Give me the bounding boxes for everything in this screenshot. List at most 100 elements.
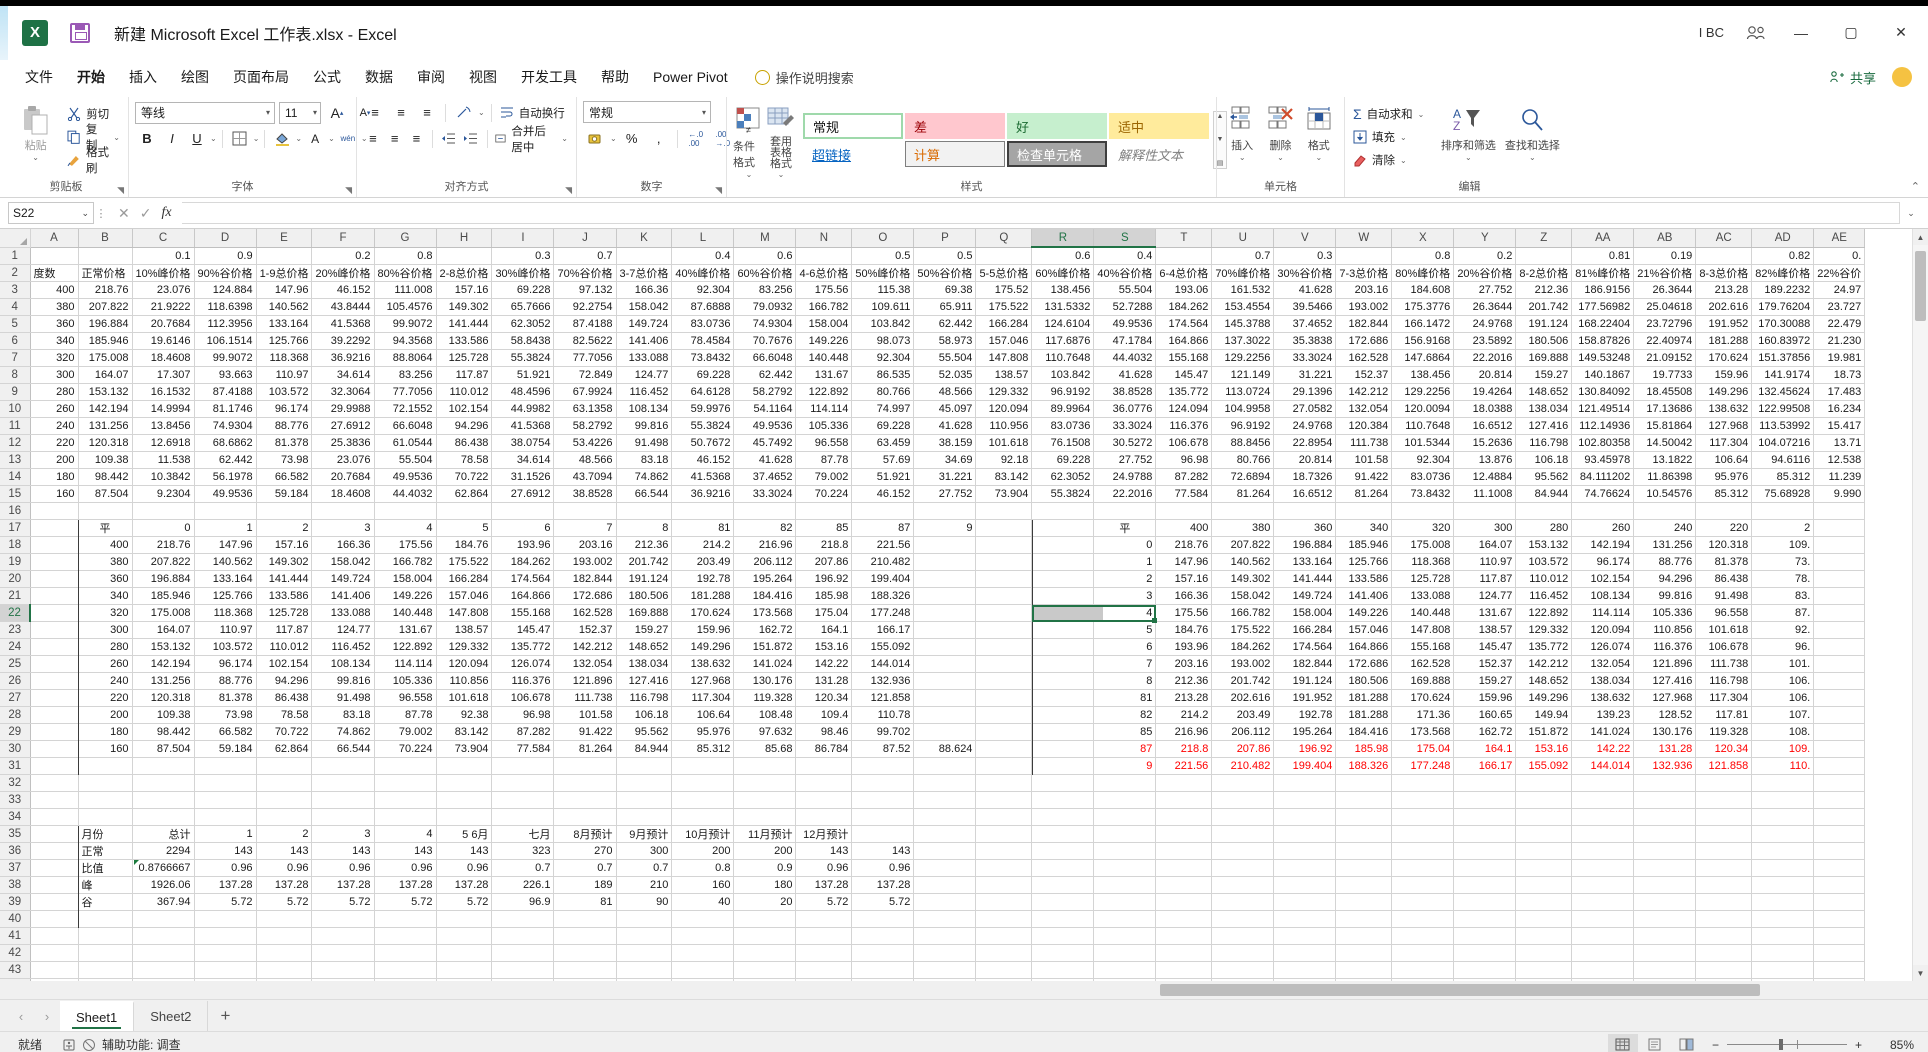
cell-W8[interactable]: 152.37 <box>1335 366 1393 384</box>
cell-B23[interactable]: 300 <box>78 621 133 639</box>
cell-M15[interactable]: 33.3024 <box>733 485 797 503</box>
column-header-n[interactable]: N <box>795 229 853 248</box>
cell-N43[interactable] <box>795 961 853 979</box>
cell-T35[interactable] <box>1155 825 1213 843</box>
cell-I27[interactable]: 106.678 <box>491 689 555 707</box>
cell-B11[interactable]: 131.256 <box>78 417 133 435</box>
cell-Z7[interactable]: 169.888 <box>1515 349 1573 367</box>
cell-A33[interactable] <box>30 791 79 809</box>
cell-Y38[interactable] <box>1453 876 1517 894</box>
cell-AE26[interactable] <box>1813 672 1866 690</box>
conditional-formatting-button[interactable]: ≠ 条件格式 ⌄ <box>733 102 765 179</box>
table-row[interactable]: 13 200 109.38 11.538 62.442 73.98 23.076 55.504… <box>0 451 1866 469</box>
sheet-tab-sheet2[interactable]: Sheet2 <box>134 1001 209 1031</box>
select-all-corner[interactable] <box>0 229 31 248</box>
cell-Q23[interactable] <box>975 621 1033 639</box>
cell-AA33[interactable] <box>1571 791 1635 809</box>
row-header-7[interactable]: 7 <box>0 349 31 367</box>
cell-AC18[interactable]: 120.318 <box>1695 536 1753 554</box>
cell-N16[interactable] <box>795 502 853 520</box>
find-select-button[interactable]: 查找和选择 ⌄ <box>1500 101 1564 162</box>
cell-V27[interactable]: 191.952 <box>1273 689 1337 707</box>
cell-I7[interactable]: 55.3824 <box>491 349 555 367</box>
cell-P10[interactable]: 45.097 <box>913 400 977 418</box>
table-chevron-down-icon[interactable]: ⌄ <box>778 170 785 179</box>
font-color-icon[interactable]: A <box>303 127 327 150</box>
row-header-13[interactable]: 13 <box>0 451 31 469</box>
cell-R35[interactable] <box>1031 825 1095 843</box>
cell-U26[interactable]: 201.742 <box>1211 672 1275 690</box>
cell-N25[interactable]: 142.22 <box>795 655 853 673</box>
cell-P38[interactable] <box>913 876 977 894</box>
column-header-m[interactable]: M <box>733 229 797 248</box>
cell-O29[interactable]: 99.702 <box>851 723 915 741</box>
cell-J38[interactable]: 189 <box>553 876 617 894</box>
cell-N27[interactable]: 120.34 <box>795 689 853 707</box>
cell-V9[interactable]: 29.1396 <box>1273 383 1337 401</box>
cell-A6[interactable]: 340 <box>30 332 79 350</box>
cell-N32[interactable] <box>795 774 853 792</box>
align-center-icon[interactable]: ≡ <box>385 127 405 150</box>
cell-A9[interactable]: 280 <box>30 383 79 401</box>
cell-A39[interactable] <box>30 893 79 911</box>
cell-N31[interactable] <box>795 757 853 775</box>
cell-E37[interactable]: 0.96 <box>256 859 313 877</box>
cell-Y3[interactable]: 27.752 <box>1453 281 1517 299</box>
cell-AE5[interactable]: 22.479 <box>1813 315 1866 333</box>
cell-Q15[interactable]: 73.904 <box>975 485 1033 503</box>
cell-AD36[interactable] <box>1751 842 1815 860</box>
zoom-level[interactable]: 85% <box>1872 1038 1914 1052</box>
cell-Z34[interactable] <box>1515 808 1573 826</box>
cell-AE39[interactable] <box>1813 893 1866 911</box>
cell-Q32[interactable] <box>975 774 1033 792</box>
cell-W3[interactable]: 203.16 <box>1335 281 1393 299</box>
cell-L16[interactable] <box>671 502 735 520</box>
cell-C25[interactable]: 142.194 <box>132 655 195 673</box>
cell-X23[interactable]: 147.808 <box>1391 621 1455 639</box>
cell-Y34[interactable] <box>1453 808 1517 826</box>
cell-U23[interactable]: 175.522 <box>1211 621 1275 639</box>
cell-I25[interactable]: 126.074 <box>491 655 555 673</box>
cell-P25[interactable] <box>913 655 977 673</box>
cell-D12[interactable]: 68.6862 <box>194 434 257 452</box>
cell-R19[interactable] <box>1031 553 1095 571</box>
cell-H40[interactable] <box>436 910 493 928</box>
cell-R37[interactable] <box>1031 859 1095 877</box>
cell-Y2[interactable]: 20%谷价格 <box>1453 264 1517 282</box>
cell-G43[interactable] <box>374 961 437 979</box>
cell-F26[interactable]: 99.816 <box>311 672 375 690</box>
cell-B35[interactable]: 月份 <box>78 825 133 843</box>
cell-V22[interactable]: 158.004 <box>1273 604 1337 622</box>
cell-L40[interactable] <box>671 910 735 928</box>
insert-cells-button[interactable]: 插入 ⌄ <box>1223 101 1261 162</box>
cell-B34[interactable] <box>78 808 133 826</box>
cell-C9[interactable]: 16.1532 <box>132 383 195 401</box>
cell-O6[interactable]: 98.073 <box>851 332 915 350</box>
cell-AB2[interactable]: 21%谷价格 <box>1633 264 1697 282</box>
cell-Y24[interactable]: 145.47 <box>1453 638 1517 656</box>
cell-L29[interactable]: 95.976 <box>671 723 735 741</box>
cell-U27[interactable]: 202.616 <box>1211 689 1275 707</box>
cell-E10[interactable]: 96.174 <box>256 400 313 418</box>
cell-O13[interactable]: 57.69 <box>851 451 915 469</box>
cell-K2[interactable]: 3-7总价格 <box>616 264 673 282</box>
cell-O4[interactable]: 109.611 <box>851 298 915 316</box>
cell-AA40[interactable] <box>1571 910 1635 928</box>
cell-Q30[interactable] <box>975 740 1033 758</box>
cell-AC19[interactable]: 81.378 <box>1695 553 1753 571</box>
cell-B19[interactable]: 380 <box>78 553 133 571</box>
currency-chevron-down-icon[interactable]: ⌄ <box>610 134 617 143</box>
cell-B40[interactable] <box>78 910 133 928</box>
cell-Y41[interactable] <box>1453 927 1517 945</box>
cell-Q18[interactable] <box>975 536 1033 554</box>
cell-K3[interactable]: 166.36 <box>616 281 673 299</box>
cell-Y1[interactable]: 0.2 <box>1453 247 1517 265</box>
cell-N14[interactable]: 79.002 <box>795 468 853 486</box>
cell-AD40[interactable] <box>1751 910 1815 928</box>
column-header-d[interactable]: D <box>194 229 257 248</box>
cell-S43[interactable] <box>1093 961 1157 979</box>
cell-Q2[interactable]: 5-5总价格 <box>975 264 1033 282</box>
cell-N19[interactable]: 207.86 <box>795 553 853 571</box>
table-row[interactable]: 38 峰 1926.06 137.28 137.28 137.28 137.28 137.28… <box>0 876 1866 894</box>
cell-G13[interactable]: 55.504 <box>374 451 437 469</box>
